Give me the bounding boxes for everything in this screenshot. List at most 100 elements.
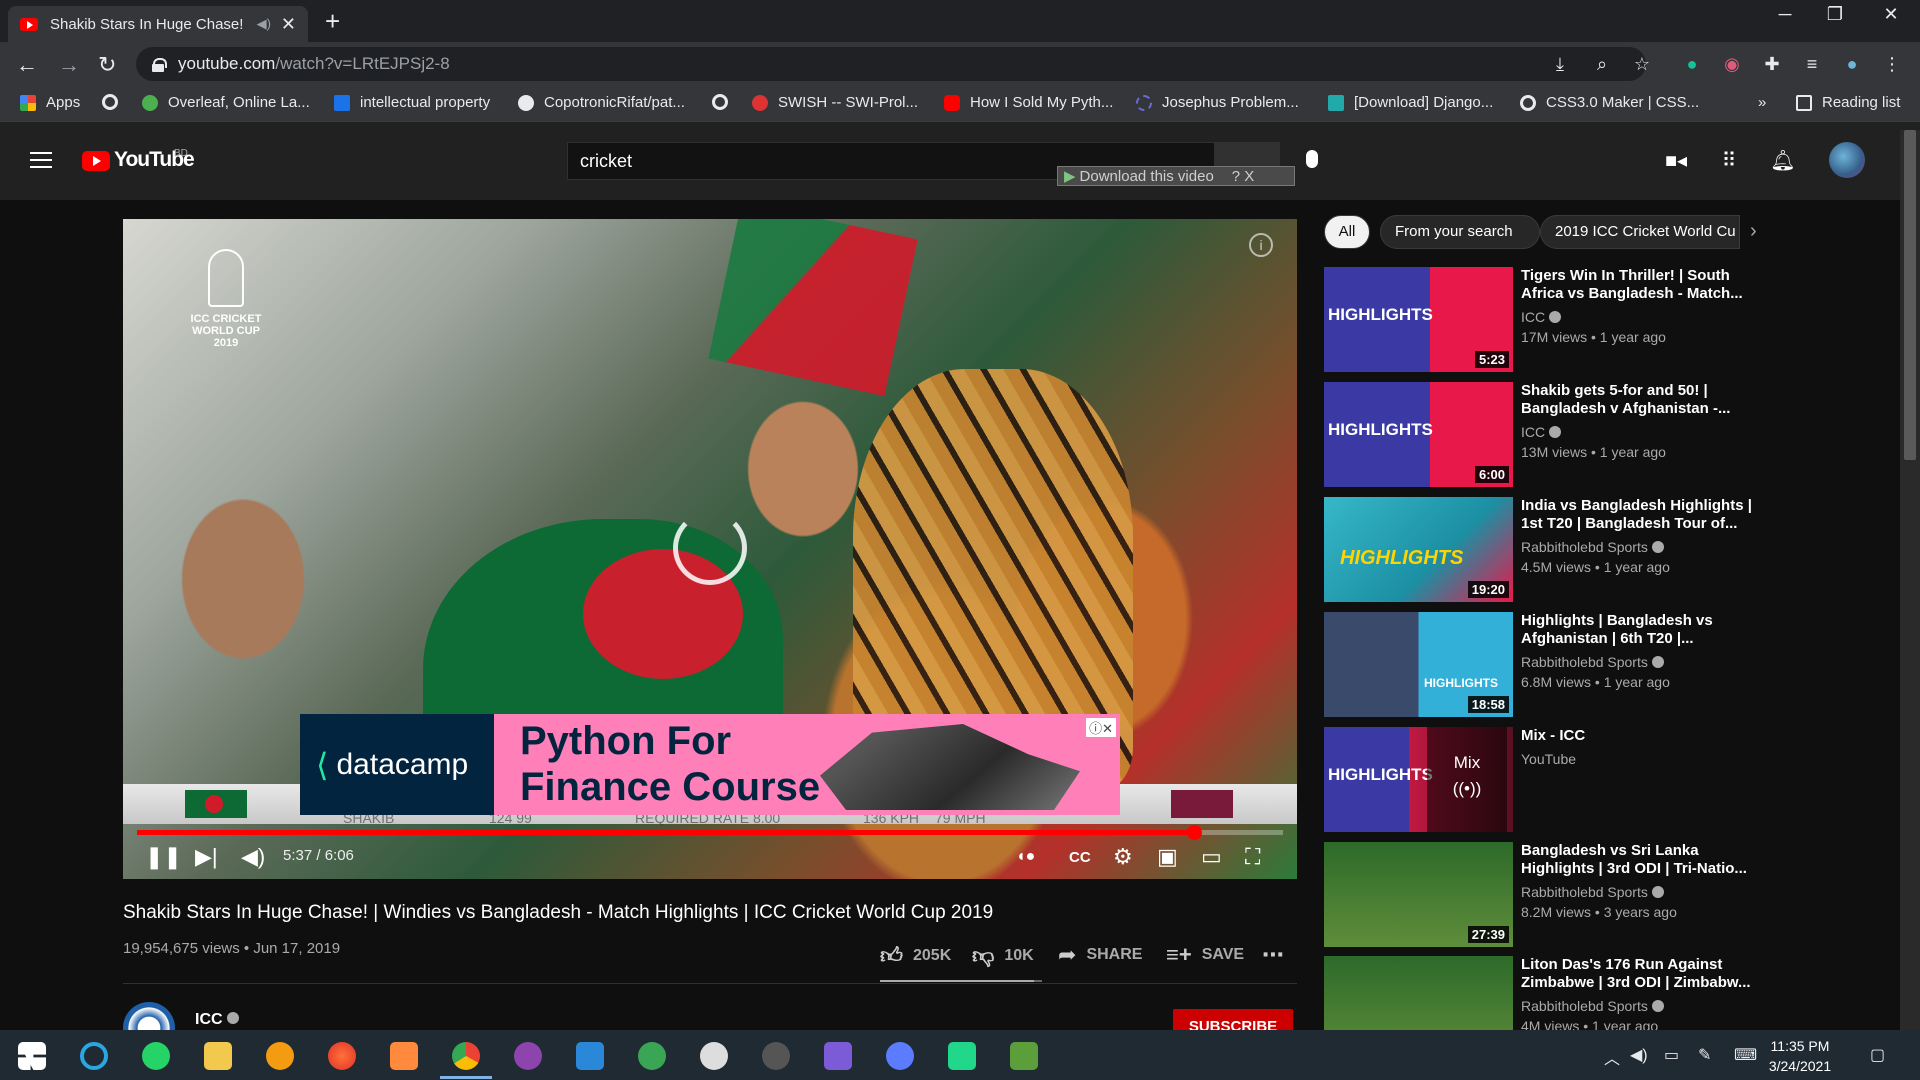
visual-studio-icon[interactable]: [824, 1042, 852, 1070]
recommended-video[interactable]: HIGHLIGHTS 5:23 Tigers Win In Thriller! |…: [1324, 267, 1754, 372]
bookmark-item[interactable]: intellectual property: [334, 94, 490, 111]
speaker-icon[interactable]: ◀): [1630, 1045, 1648, 1065]
bookmark-item[interactable]: [102, 94, 128, 110]
download-bar-controls[interactable]: ? X: [1232, 168, 1255, 185]
video-thumbnail[interactable]: HIGHLIGHTS 6:00: [1324, 382, 1513, 487]
app-icon[interactable]: [266, 1042, 294, 1070]
profile-icon[interactable]: ●: [1840, 54, 1864, 75]
recommended-video[interactable]: HIGHLIGHTS 6:00 Shakib gets 5-for and 50!…: [1324, 382, 1754, 487]
microphone-icon[interactable]: [1306, 150, 1318, 168]
bookmark-item[interactable]: Overleaf, Online La...: [142, 94, 310, 111]
install-icon[interactable]: ⤓: [1548, 54, 1572, 75]
autoplay-toggle[interactable]: ◖●: [1016, 843, 1035, 871]
share-button[interactable]: ➦ SHARE: [1058, 942, 1142, 968]
media-control-icon[interactable]: ≡: [1800, 54, 1824, 75]
firefox-icon[interactable]: [328, 1042, 356, 1070]
recommended-title[interactable]: Tigers Win In Thriller! | South Africa v…: [1521, 267, 1753, 303]
like-button[interactable]: 👍︎ 205K: [880, 942, 951, 969]
recommended-channel[interactable]: Rabbitholebd Sports: [1521, 884, 1664, 900]
video-player[interactable]: ICC CRICKET WORLD CUP 2019 i SHAKIB 124 …: [123, 219, 1297, 879]
save-button[interactable]: ≡+ SAVE: [1166, 942, 1244, 968]
tab-close-icon[interactable]: ✕: [281, 14, 296, 35]
minimize-icon[interactable]: ─: [1760, 4, 1810, 25]
back-icon[interactable]: ←: [16, 52, 38, 78]
app-icon[interactable]: [1010, 1042, 1038, 1070]
captions-icon[interactable]: CC: [1069, 843, 1091, 871]
recommended-title[interactable]: Highlights | Bangladesh vs Afghanistan |…: [1521, 612, 1753, 648]
next-icon[interactable]: ▶|: [195, 843, 218, 871]
grammarly-icon[interactable]: ●: [1680, 54, 1704, 75]
app-icon[interactable]: [700, 1042, 728, 1070]
bookmarks-overflow-button[interactable]: »: [1758, 94, 1766, 111]
recommended-title[interactable]: Mix - ICC: [1521, 727, 1753, 745]
search-icon[interactable]: [80, 1042, 108, 1070]
keyboard-icon[interactable]: ⌨: [1734, 1045, 1757, 1065]
recommended-title[interactable]: India vs Bangladesh Highlights | 1st T20…: [1521, 497, 1753, 533]
pycharm-icon[interactable]: [948, 1042, 976, 1070]
bookmark-item[interactable]: SWISH -- SWI-Prol...: [752, 94, 918, 111]
bookmark-item[interactable]: CopotronicRifat/pat...: [518, 94, 685, 111]
bookmark-item[interactable]: How I Sold My Pyth...: [944, 94, 1113, 111]
bookmark-item[interactable]: [Download] Django...: [1328, 94, 1493, 111]
user-avatar[interactable]: [1829, 142, 1865, 178]
youtube-logo-icon[interactable]: [82, 151, 110, 171]
ad-close-icon[interactable]: ⓘ✕: [1086, 718, 1116, 737]
channel-name[interactable]: ICC: [195, 1011, 240, 1029]
notifications-bell-icon[interactable]: 🔔︎: [1770, 148, 1796, 173]
video-thumbnail[interactable]: HIGHLIGHTS 18:58: [1324, 612, 1513, 717]
system-clock[interactable]: 11:35 PM 3/24/2021: [1760, 1036, 1840, 1076]
fullscreen-icon[interactable]: ⛶: [1245, 843, 1260, 871]
recommended-video[interactable]: Liton Das's 176 Run Against Zimbabwe | 3…: [1324, 956, 1754, 1030]
messenger-icon[interactable]: [886, 1042, 914, 1070]
more-actions-icon[interactable]: ⋯: [1262, 942, 1284, 968]
network-icon[interactable]: ▭: [1664, 1045, 1679, 1065]
menu-dots-icon[interactable]: ⋮: [1880, 54, 1904, 75]
chip-world-cup[interactable]: 2019 ICC Cricket World Cu: [1540, 215, 1740, 249]
video-thumbnail[interactable]: HIGHLIGHTS 19:20: [1324, 497, 1513, 602]
chevron-right-icon[interactable]: ›: [1750, 220, 1757, 243]
dislike-button[interactable]: 👎︎ 10K: [972, 942, 1034, 969]
zoom-icon[interactable]: ⌕: [1590, 54, 1614, 75]
pause-icon[interactable]: ❚❚: [145, 843, 182, 871]
bookmark-item[interactable]: CSS3.0 Maker | CSS...: [1520, 94, 1699, 111]
scrubber-handle[interactable]: [1186, 825, 1202, 840]
recommended-channel[interactable]: YouTube: [1521, 751, 1576, 767]
settings-gear-icon[interactable]: ⚙: [1113, 843, 1133, 871]
browser-tab[interactable]: Shakib Stars In Huge Chase! | ◀) ✕: [8, 6, 308, 42]
extension-icon[interactable]: ◉: [1720, 54, 1744, 75]
app-icon[interactable]: [762, 1042, 790, 1070]
miniplayer-icon[interactable]: ▣: [1157, 843, 1178, 871]
audio-icon[interactable]: ◀): [257, 16, 271, 32]
info-icon[interactable]: i: [1249, 233, 1273, 257]
pen-icon[interactable]: ✎: [1698, 1045, 1711, 1065]
recommended-title[interactable]: Bangladesh vs Sri Lanka Highlights | 3rd…: [1521, 842, 1753, 878]
recommended-video[interactable]: HIGHLIGHTS 18:58 Highlights | Bangladesh …: [1324, 612, 1754, 717]
extensions-puzzle-icon[interactable]: ✚: [1760, 54, 1784, 75]
bookmark-star-icon[interactable]: ☆: [1630, 54, 1654, 75]
chip-from-your-search[interactable]: From your search: [1380, 215, 1540, 249]
bookmark-item[interactable]: [712, 94, 738, 110]
progress-bar[interactable]: [137, 825, 1283, 840]
chip-all[interactable]: All: [1324, 215, 1370, 249]
app-icon[interactable]: [390, 1042, 418, 1070]
bookmark-item[interactable]: Josephus Problem...: [1136, 94, 1299, 111]
recommended-channel[interactable]: Rabbitholebd Sports: [1521, 539, 1664, 555]
restore-icon[interactable]: ❐: [1810, 4, 1860, 25]
forward-icon[interactable]: →: [58, 52, 80, 78]
recommended-channel[interactable]: ICC: [1521, 424, 1562, 440]
video-thumbnail[interactable]: HIGHLIGHTS Mix ((•)): [1324, 727, 1513, 832]
apps-grid-icon[interactable]: ⠿: [1716, 148, 1742, 173]
new-tab-icon[interactable]: +: [325, 6, 340, 37]
file-explorer-icon[interactable]: [204, 1042, 232, 1070]
vscode-icon[interactable]: [576, 1042, 604, 1070]
overlay-ad[interactable]: ⟨ datacamp Python For Finance Course ⓘ✕: [300, 714, 1120, 815]
recommended-channel[interactable]: ICC: [1521, 309, 1562, 325]
recommended-channel[interactable]: Rabbitholebd Sports: [1521, 654, 1664, 670]
video-thumbnail[interactable]: 27:39: [1324, 842, 1513, 947]
reload-icon[interactable]: ↻: [98, 52, 116, 78]
windows-start-icon[interactable]: [18, 1042, 46, 1070]
recommended-channel[interactable]: Rabbitholebd Sports: [1521, 998, 1664, 1014]
address-bar[interactable]: youtube.com/watch?v=LRtEJPSj2-8: [136, 47, 1646, 81]
download-video-bar[interactable]: ▶ Download this video ? X: [1057, 166, 1295, 186]
scrollbar-thumb[interactable]: [1904, 130, 1916, 460]
